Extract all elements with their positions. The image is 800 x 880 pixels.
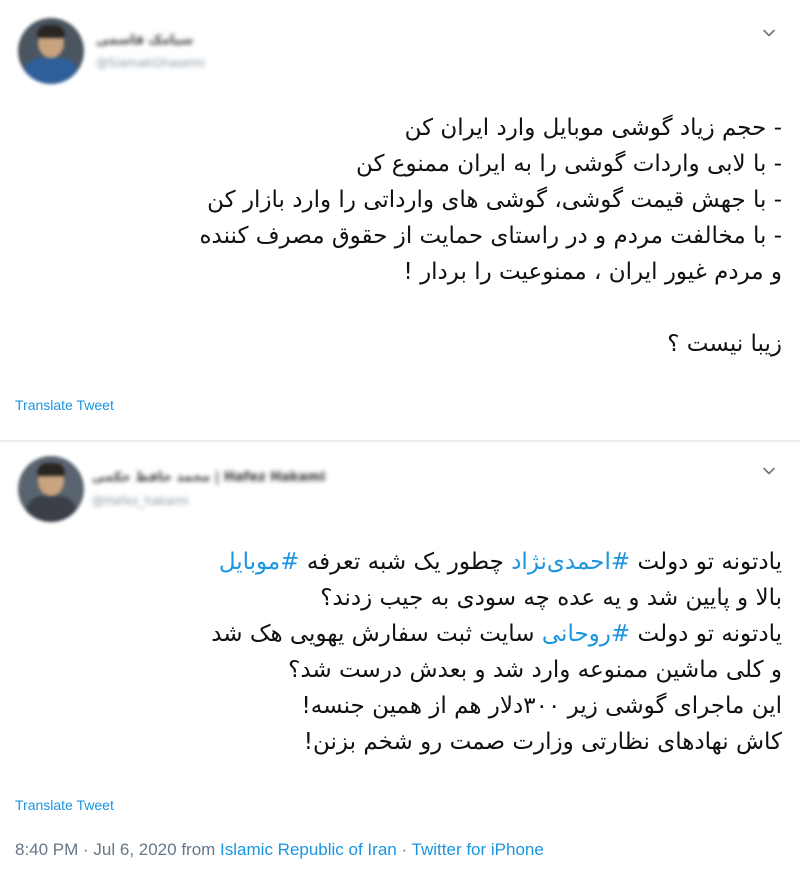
text-run: چطور یک شبه تعرفه	[299, 549, 512, 575]
user-handle[interactable]: @Hafez_hakami	[92, 494, 188, 508]
avatar-hair	[37, 463, 65, 476]
tweet-1: سیامک قاسمی @SiamakGhasemi - حجم زیاد گو…	[0, 0, 800, 441]
hashtag-link[interactable]: #روحانی	[542, 621, 630, 647]
tweet-2: محمد حافظ حکمی | Hafez Hakami @Hafez_hak…	[0, 442, 800, 880]
source-link[interactable]: Twitter for iPhone	[412, 840, 544, 859]
hashtag-link[interactable]: #احمدی‌نژاد	[511, 549, 630, 575]
hashtag-link[interactable]: #موبایل	[219, 549, 300, 575]
chevron-down-icon[interactable]	[762, 464, 776, 478]
tweet-text: یادتونه تو دولت #احمدی‌نژاد چطور یک شبه …	[14, 544, 782, 760]
tweet-line: - با لابی واردات گوشی را به ایران ممنوع …	[356, 151, 782, 177]
location-link[interactable]: Islamic Republic of Iran	[220, 840, 397, 859]
tweet-meta: 8:40 PM · Jul 6, 2020 from Islamic Repub…	[15, 840, 544, 860]
tweet-line: یادتونه تو دولت #روحانی سایت ثبت سفارش ی…	[14, 616, 782, 652]
tweet-line: و کلی ماشین ممنوعه وارد شد و بعدش درست ش…	[288, 657, 782, 683]
text-run: یادتونه تو دولت	[630, 549, 782, 575]
tweet-text: - حجم زیاد گوشی موبایل وارد ایران کن - ب…	[14, 110, 782, 362]
text-run: یادتونه تو دولت	[630, 621, 782, 647]
tweet-line: بالا و پایین شد و یه عده چه سودی به جیب …	[320, 585, 782, 611]
tweet-timestamp[interactable]: 8:40 PM · Jul 6, 2020 from	[15, 840, 220, 859]
tweet-line: کاش نهادهای نظارتی وزارت صمت رو شخم بزنن…	[303, 729, 782, 755]
chevron-down-icon[interactable]	[762, 26, 776, 40]
meta-separator: ·	[396, 840, 412, 859]
tweet-line: - حجم زیاد گوشی موبایل وارد ایران کن	[404, 115, 782, 141]
avatar[interactable]	[18, 18, 84, 84]
avatar-body	[24, 58, 78, 84]
translate-tweet-link[interactable]: Translate Tweet	[15, 397, 114, 413]
tweet-line: یادتونه تو دولت #احمدی‌نژاد چطور یک شبه …	[14, 544, 782, 580]
translate-tweet-link[interactable]: Translate Tweet	[15, 797, 114, 813]
tweet-line: - با جهش قیمت گوشی، گوشی های وارداتی را …	[207, 187, 782, 213]
avatar-hair	[37, 25, 65, 38]
text-run: سایت ثبت سفارش یهویی هک شد	[211, 621, 542, 647]
tweet-line: زیبا نیست ؟	[667, 331, 782, 357]
avatar[interactable]	[18, 456, 84, 522]
user-handle[interactable]: @SiamakGhasemi	[96, 56, 205, 70]
user-name[interactable]: سیامک قاسمی	[96, 33, 193, 48]
tweet-line: این ماجرای گوشی زیر ۳۰۰دلار هم از همین ج…	[301, 693, 782, 719]
avatar-body	[26, 496, 76, 522]
tweet-line: - با مخالفت مردم و در راستای حمایت از حق…	[199, 223, 782, 249]
user-name[interactable]: محمد حافظ حکمی | Hafez Hakami	[92, 470, 325, 485]
tweet-line: و مردم غیور ایران ، ممنوعیت را بردار !	[403, 259, 782, 285]
